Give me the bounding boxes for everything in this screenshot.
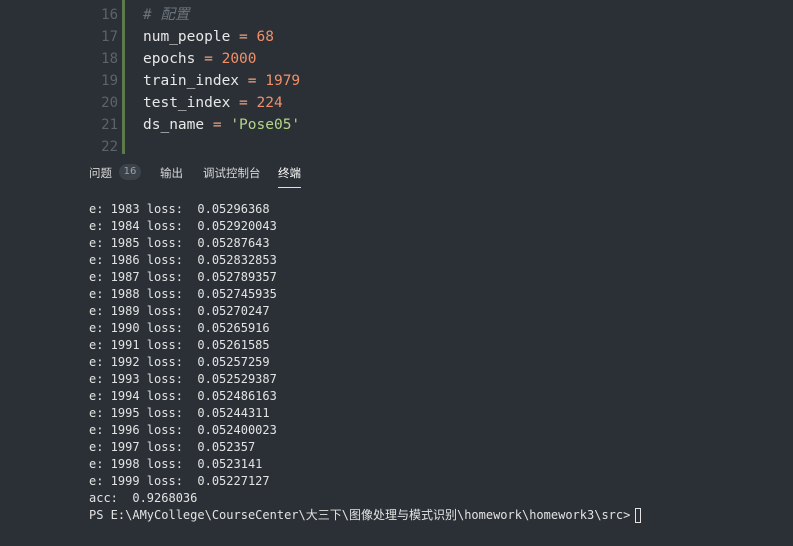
variable-name: epochs [143, 51, 196, 67]
terminal-line: e: 1997 loss: 0.052357 [89, 440, 256, 454]
tab-output[interactable]: 输出 [160, 164, 183, 184]
code-comment: # 配置 [143, 7, 190, 23]
line-number-gutter: 16 17 18 19 20 21 22 [0, 4, 118, 154]
line-number: 19 [101, 73, 118, 89]
terminal-line: e: 1999 loss: 0.05227127 [89, 474, 270, 488]
problems-count-badge: 16 [119, 164, 141, 180]
terminal-cursor[interactable] [635, 508, 642, 523]
terminal-line: e: 1987 loss: 0.052789357 [89, 270, 277, 284]
string-literal: 'Pose05' [230, 117, 301, 133]
variable-name: num_people [143, 29, 231, 45]
line-number: 17 [101, 29, 118, 45]
terminal-line: e: 1992 loss: 0.05257259 [89, 355, 270, 369]
tab-debug-console[interactable]: 调试控制台 [203, 164, 261, 184]
terminal-prompt-line[interactable]: PS E:\AMyCollege\CourseCenter\大三下\图像处理与模… [89, 507, 789, 524]
terminal-prompt: PS E:\AMyCollege\CourseCenter\大三下\图像处理与模… [89, 508, 631, 522]
line-number: 20 [101, 95, 118, 111]
terminal-line: e: 1993 loss: 0.052529387 [89, 372, 277, 386]
terminal-line: e: 1988 loss: 0.052745935 [89, 287, 277, 301]
terminal-line: e: 1996 loss: 0.052400023 [89, 423, 277, 437]
variable-name: test_index [143, 95, 231, 111]
number-literal: 224 [256, 95, 283, 111]
terminal-output[interactable]: e: 1983 loss: 0.05296368 e: 1984 loss: 0… [89, 201, 789, 524]
assign-operator: = [212, 117, 222, 133]
assign-operator: = [247, 73, 257, 89]
code-line[interactable]: ds_name = 'Pose05' [143, 114, 300, 136]
code-line[interactable]: train_index = 1979 [143, 70, 300, 92]
terminal-line: e: 1991 loss: 0.05261585 [89, 338, 270, 352]
code-editor[interactable]: 16 17 18 19 20 21 22 # 配置 num_people = 6… [0, 0, 793, 154]
line-number: 21 [101, 117, 118, 133]
terminal-line: e: 1986 loss: 0.052832853 [89, 253, 277, 267]
terminal-line: e: 1984 loss: 0.052920043 [89, 219, 277, 233]
assign-operator: = [204, 51, 213, 67]
code-lines[interactable]: # 配置 num_people = 68 epochs = 2000 train… [143, 4, 300, 136]
terminal-line: e: 1994 loss: 0.052486163 [89, 389, 277, 403]
terminal-line: e: 1990 loss: 0.05265916 [89, 321, 270, 335]
terminal-line: e: 1985 loss: 0.05287643 [89, 236, 270, 250]
code-line[interactable]: epochs = 2000 [143, 48, 300, 70]
number-literal: 2000 [221, 51, 257, 67]
terminal-line: e: 1989 loss: 0.05270247 [89, 304, 270, 318]
tab-terminal[interactable]: 终端 [278, 164, 301, 188]
code-line[interactable]: test_index = 224 [143, 92, 300, 114]
indent-guide [122, 0, 125, 154]
line-number: 22 [101, 139, 118, 154]
accuracy-line: acc: 0.9268036 [89, 491, 198, 505]
variable-name: ds_name [143, 117, 205, 133]
terminal-line: e: 1983 loss: 0.05296368 [89, 202, 270, 216]
terminal-line: e: 1998 loss: 0.0523141 [89, 457, 263, 471]
number-literal: 1979 [265, 73, 301, 89]
tab-problems[interactable]: 问题 [89, 164, 112, 184]
line-number: 16 [101, 7, 118, 23]
line-number: 18 [101, 51, 118, 67]
code-line[interactable]: # 配置 [143, 4, 300, 26]
number-literal: 68 [256, 29, 274, 45]
variable-name: train_index [143, 73, 240, 89]
code-line[interactable]: num_people = 68 [143, 26, 300, 48]
assign-operator: = [239, 29, 248, 45]
assign-operator: = [239, 95, 248, 111]
terminal-line: e: 1995 loss: 0.05244311 [89, 406, 270, 420]
